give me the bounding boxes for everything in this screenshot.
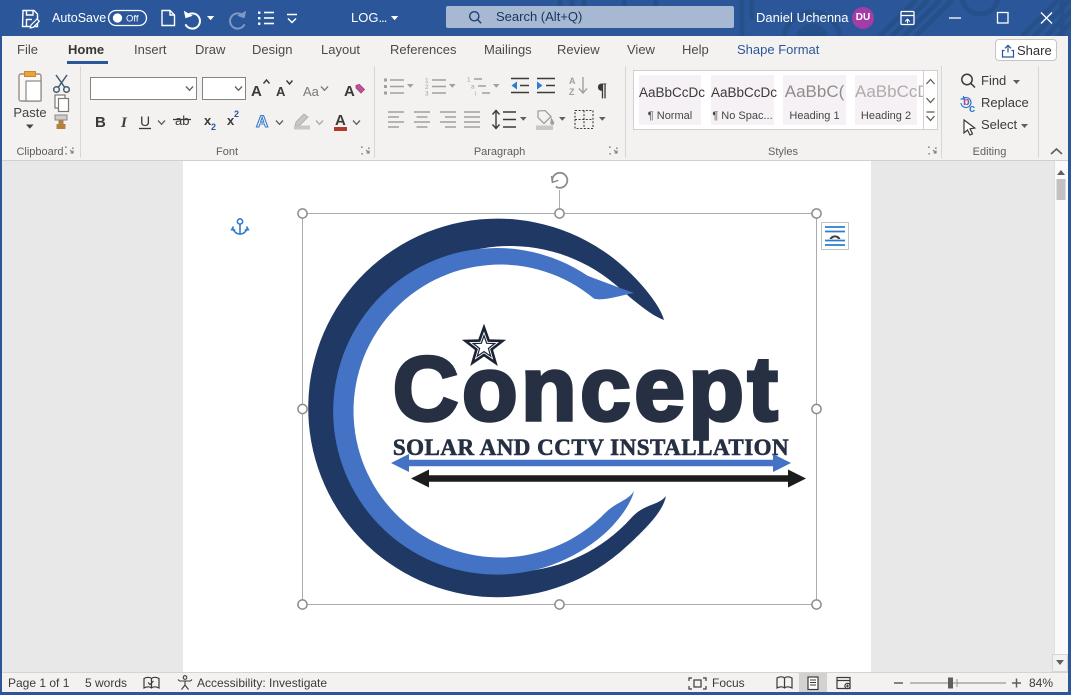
svg-text:Concept: Concept [393,339,782,440]
svg-text:SOLAR AND CCTV INSTALLATION: SOLAR AND CCTV INSTALLATION [393,435,789,460]
